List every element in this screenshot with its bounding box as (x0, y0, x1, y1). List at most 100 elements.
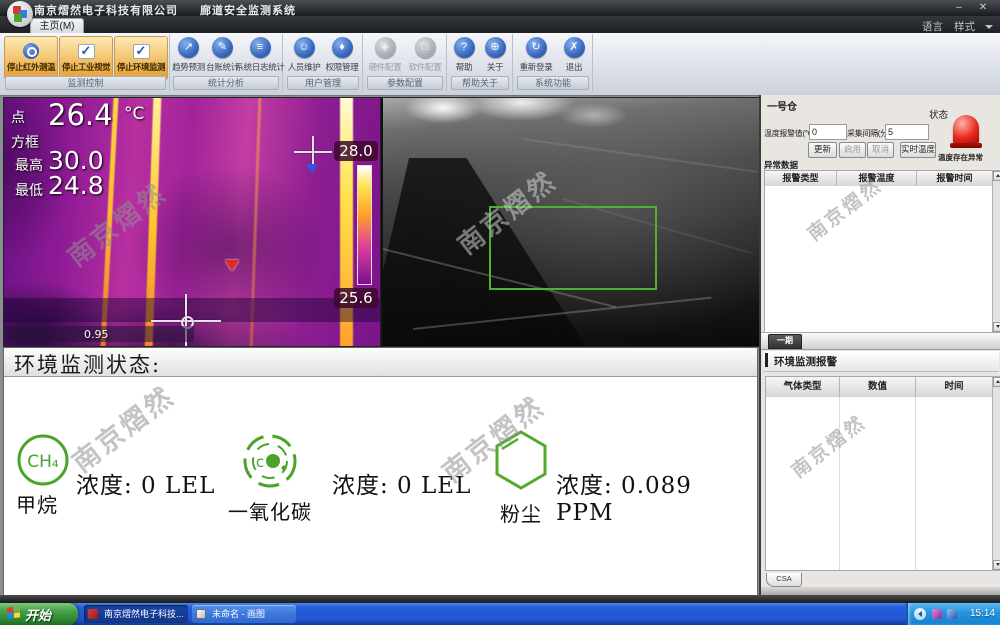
minimize-button[interactable]: – (950, 1, 968, 14)
thermal-status-bar: 0.95 (6, 326, 194, 342)
alarm-table-scrollbar[interactable] (992, 170, 1000, 333)
globe-icon: ⊕ (485, 37, 506, 58)
max-label: 最高 (15, 155, 43, 175)
temperature-unit: °C (124, 104, 144, 124)
tab-home[interactable]: 主页(M) (30, 18, 84, 34)
ribbon-group-system-functions: ↻ 重新登录 ✗ 退出 系统功能 (514, 34, 593, 92)
gas-name-dust: 粉尘 (500, 498, 542, 527)
paint-app-icon (196, 609, 206, 619)
env-table-scrollbar[interactable] (992, 376, 1000, 571)
tray-icon-2[interactable] (947, 609, 957, 619)
windows-logo-icon (7, 606, 21, 620)
env-alarm-table: 气体类型 数值 时间 (765, 376, 993, 571)
gas-reading-carbon-monoxide: 浓度: 0 LEL (332, 466, 471, 500)
scroll-up-icon[interactable] (993, 377, 1000, 387)
button-label: 帮助 (456, 61, 472, 73)
box-label: 方框 (11, 132, 39, 152)
alarm-col-type[interactable]: 报警类型 (765, 171, 837, 186)
taskbar-task-paint[interactable]: 未命名 - 画图 (192, 605, 296, 623)
realtime-temp-button[interactable]: 实时温度 (900, 142, 936, 158)
spot-label: 点 (11, 107, 25, 127)
env-alarm-title: 环境监测报警 (774, 354, 837, 369)
interval-input[interactable] (885, 124, 929, 140)
table-column-divider (839, 397, 840, 570)
button-label: 台账统计 (206, 61, 239, 73)
relogin-icon: ↻ (526, 37, 547, 58)
scale-max-badge: 28.0 (334, 141, 378, 161)
task-label: 未命名 - 画图 (212, 609, 265, 619)
rail-line (523, 138, 757, 173)
start-label: 开始 (25, 605, 51, 624)
start-button[interactable]: 开始 (0, 603, 78, 625)
scroll-down-icon[interactable] (993, 322, 1000, 332)
ribbon-toolbar: 停止红外测温 ✓ 停止工业视觉 ✓ 停止环境监测 监测控制 ↗ 趋势预测 ✎ 台… (0, 33, 1000, 96)
log-list-icon: ≡ (250, 37, 271, 58)
update-button[interactable]: 更新 (808, 142, 837, 158)
crosshair-marker (312, 136, 314, 166)
min-temperature-value: 24.8 (48, 171, 104, 200)
scale-min-badge: 25.6 (334, 288, 378, 308)
ribbon-group-statistics: ↗ 趋势预测 ✎ 台账统计 ≡ 系统日志统计 统计分析 (170, 34, 283, 92)
temp-alarm-input[interactable] (809, 124, 847, 140)
tray-chevron-icon[interactable] (914, 608, 926, 620)
person-icon: ☺ (294, 37, 315, 58)
alarm-col-temp[interactable]: 报警温度 (837, 171, 917, 186)
stop-ir-temp-button[interactable]: 停止红外测温 (4, 36, 58, 80)
env-col-value[interactable]: 数值 (840, 377, 916, 397)
cancel-button[interactable]: 取消 (867, 142, 894, 158)
task-label: 南京熠然电子科技... (104, 609, 184, 619)
lamp-caption: 温度存在异常 (938, 152, 983, 163)
button-label: 重新登录 (520, 61, 553, 73)
ribbon-group-help-about: ? 帮助 ⊕ 关于 帮助关于 (448, 34, 513, 92)
group-label-help-about: 帮助关于 (451, 76, 509, 90)
checkmark-icon: ✓ (78, 44, 95, 59)
environment-status-panel: 环境监测状态: CH₄ 甲烷 浓度: 0 LEL c 一氧化碳 浓度: 0 LE… (3, 347, 758, 599)
button-label: 硬件配置 (369, 61, 402, 73)
stop-machine-vision-button[interactable]: ✓ 停止工业视觉 (59, 36, 113, 80)
group-label-system-functions: 系统功能 (517, 76, 589, 90)
taskbar: 开始 南京熠然电子科技... 未命名 - 画图 15:14 (0, 603, 1000, 625)
status-label: 状态 (929, 107, 948, 121)
taskbar-task-monitor-app[interactable]: 南京熠然电子科技... (84, 605, 188, 623)
svg-text:c: c (256, 453, 264, 471)
app-logo-icon (7, 1, 33, 27)
menu-language[interactable]: 语言 (922, 19, 943, 34)
enable-button[interactable]: 启用 (839, 142, 866, 158)
ribbon-group-user-management: ☺ 人员维护 ♦ 权限管理 用户管理 (284, 34, 363, 92)
table-column-divider (915, 397, 916, 570)
alarm-table: 报警类型 报警温度 报警时间 (764, 170, 993, 333)
ribbon-group-monitor-control: 停止红外测温 ✓ 停止工业视觉 ✓ 停止环境监测 监测控制 (2, 34, 170, 92)
alarm-col-time[interactable]: 报警时间 (917, 171, 992, 186)
scroll-up-icon[interactable] (993, 171, 1000, 181)
tray-clock: 15:14 (970, 608, 995, 619)
question-mark-icon: ? (454, 37, 475, 58)
dust-icon (492, 428, 550, 492)
alarm-lamp-base (950, 143, 982, 148)
min-label: 最低 (15, 180, 43, 200)
marker-triangle-blue (306, 164, 318, 173)
button-label: 停止工业视觉 (62, 61, 110, 73)
menu-tab-row (0, 16, 1000, 33)
thermal-color-scale (357, 165, 372, 285)
chevron-down-icon (985, 25, 993, 29)
env-col-time[interactable]: 时间 (916, 377, 992, 397)
env-col-gas-type[interactable]: 气体类型 (766, 377, 840, 397)
station-title: 一号仓 (767, 98, 797, 113)
corridor-camera-feed (381, 97, 760, 347)
checkmark-icon: ✓ (133, 44, 150, 59)
tray-icon-1[interactable] (932, 609, 942, 619)
alarm-control-panel: 一号仓 状态 温度报警值(°C): 采集间隔(分): 更新 启用 取消 实时温度… (759, 95, 1000, 597)
stop-env-monitor-button[interactable]: ✓ 停止环境监测 (114, 36, 168, 80)
tab-csa[interactable]: CSA (766, 573, 802, 587)
thermal-camera-feed: 点 26.4 °C 方框 最高 30.0 最低 24.8 28.0 25.6 0… (3, 97, 381, 347)
window-bottom-edge (0, 595, 1000, 603)
carbon-monoxide-icon: c (242, 432, 298, 490)
tab-phase-one[interactable]: 一期 (768, 334, 802, 349)
button-label: 停止红外测温 (7, 61, 55, 73)
logo-cube-green (14, 14, 22, 22)
scroll-down-icon[interactable] (993, 560, 1000, 570)
ir-temp-icon (23, 43, 39, 59)
menu-style[interactable]: 样式 (954, 19, 975, 34)
close-button[interactable]: ✕ (974, 1, 992, 14)
alarm-lamp-icon (953, 115, 979, 145)
